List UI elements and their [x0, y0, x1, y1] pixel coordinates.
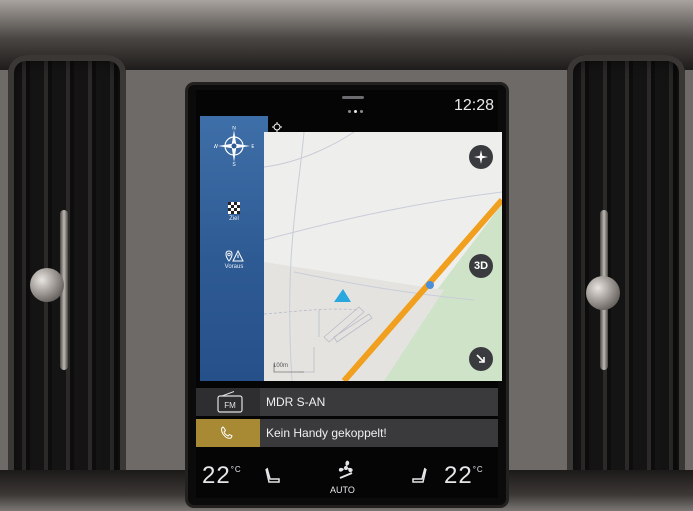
- map-scale-label: 100m: [273, 363, 289, 369]
- arrow-diagonal-down-right-icon: [476, 354, 485, 363]
- climate-auto-label[interactable]: AUTO: [330, 485, 355, 495]
- compass-west-label: W: [214, 144, 218, 150]
- temperature-unit: °C: [230, 465, 242, 474]
- status-bar: 12:28: [196, 90, 498, 116]
- temperature-unit: °C: [472, 465, 484, 474]
- infotainment-screen: 12:28 N S E W Ziel Voraus 3D 100m FM MDR…: [196, 90, 502, 498]
- ahead-button[interactable]: Voraus: [200, 250, 268, 270]
- compass-north-label: N: [232, 126, 236, 132]
- left-vent-knob: [30, 268, 64, 302]
- radio-icon: FM: [217, 391, 243, 413]
- driver-seat-heat-icon[interactable]: [264, 466, 282, 484]
- radio-station-name: MDR S-AN: [266, 395, 326, 409]
- fan-icon[interactable]: [336, 458, 356, 480]
- navigation-map[interactable]: 3D 100m: [264, 132, 502, 381]
- driver-temperature[interactable]: 22°C: [202, 462, 242, 490]
- compass-south-label: S: [232, 162, 236, 166]
- phone-tile[interactable]: Kein Handy gekoppelt!: [196, 419, 498, 447]
- map-canvas: [264, 132, 502, 381]
- expand-map-button[interactable]: [469, 347, 493, 371]
- ahead-label: Voraus: [224, 264, 244, 270]
- navigation-sidebar: N S E W Ziel Voraus: [200, 116, 268, 381]
- checkered-flag-icon: [228, 202, 240, 214]
- right-vent-knob: [586, 276, 620, 310]
- view-mode-3d-button[interactable]: 3D: [469, 254, 493, 278]
- destination-label: Ziel: [229, 216, 239, 222]
- poi-marker[interactable]: [426, 281, 434, 289]
- driver-temperature-value: 22: [202, 462, 231, 489]
- passenger-seat-heat-icon[interactable]: [410, 466, 428, 484]
- north-arrow-icon: [474, 150, 488, 164]
- recenter-crosshair-icon[interactable]: [272, 122, 282, 132]
- radio-band-label: FM: [224, 401, 236, 410]
- page-dot: [348, 110, 351, 113]
- passenger-temperature-value: 22: [444, 462, 473, 489]
- map-top-bar: [268, 122, 498, 132]
- page-dot-active: [354, 110, 357, 113]
- clock: 12:28: [453, 97, 494, 114]
- media-tile[interactable]: FM MDR S-AN: [196, 388, 498, 416]
- phone-handset-icon: [221, 426, 233, 439]
- climate-bar: 22°C AUTO 22°C: [196, 452, 498, 498]
- right-air-vent: [567, 55, 685, 495]
- destination-button[interactable]: Ziel: [200, 202, 268, 222]
- compass-icon[interactable]: N S E W: [214, 126, 254, 166]
- page-dot: [360, 110, 363, 113]
- passenger-temperature[interactable]: 22°C: [444, 462, 484, 490]
- compass-east-label: E: [251, 144, 254, 150]
- page-indicator: [348, 110, 363, 113]
- phone-status-text: Kein Handy gekoppelt!: [266, 426, 387, 440]
- map-compass-button[interactable]: [469, 145, 493, 169]
- radio-source-button[interactable]: FM: [196, 388, 260, 416]
- pin-warning-icon: [225, 250, 244, 262]
- phone-button[interactable]: [196, 419, 260, 447]
- top-view-pulldown-handle[interactable]: [342, 96, 364, 99]
